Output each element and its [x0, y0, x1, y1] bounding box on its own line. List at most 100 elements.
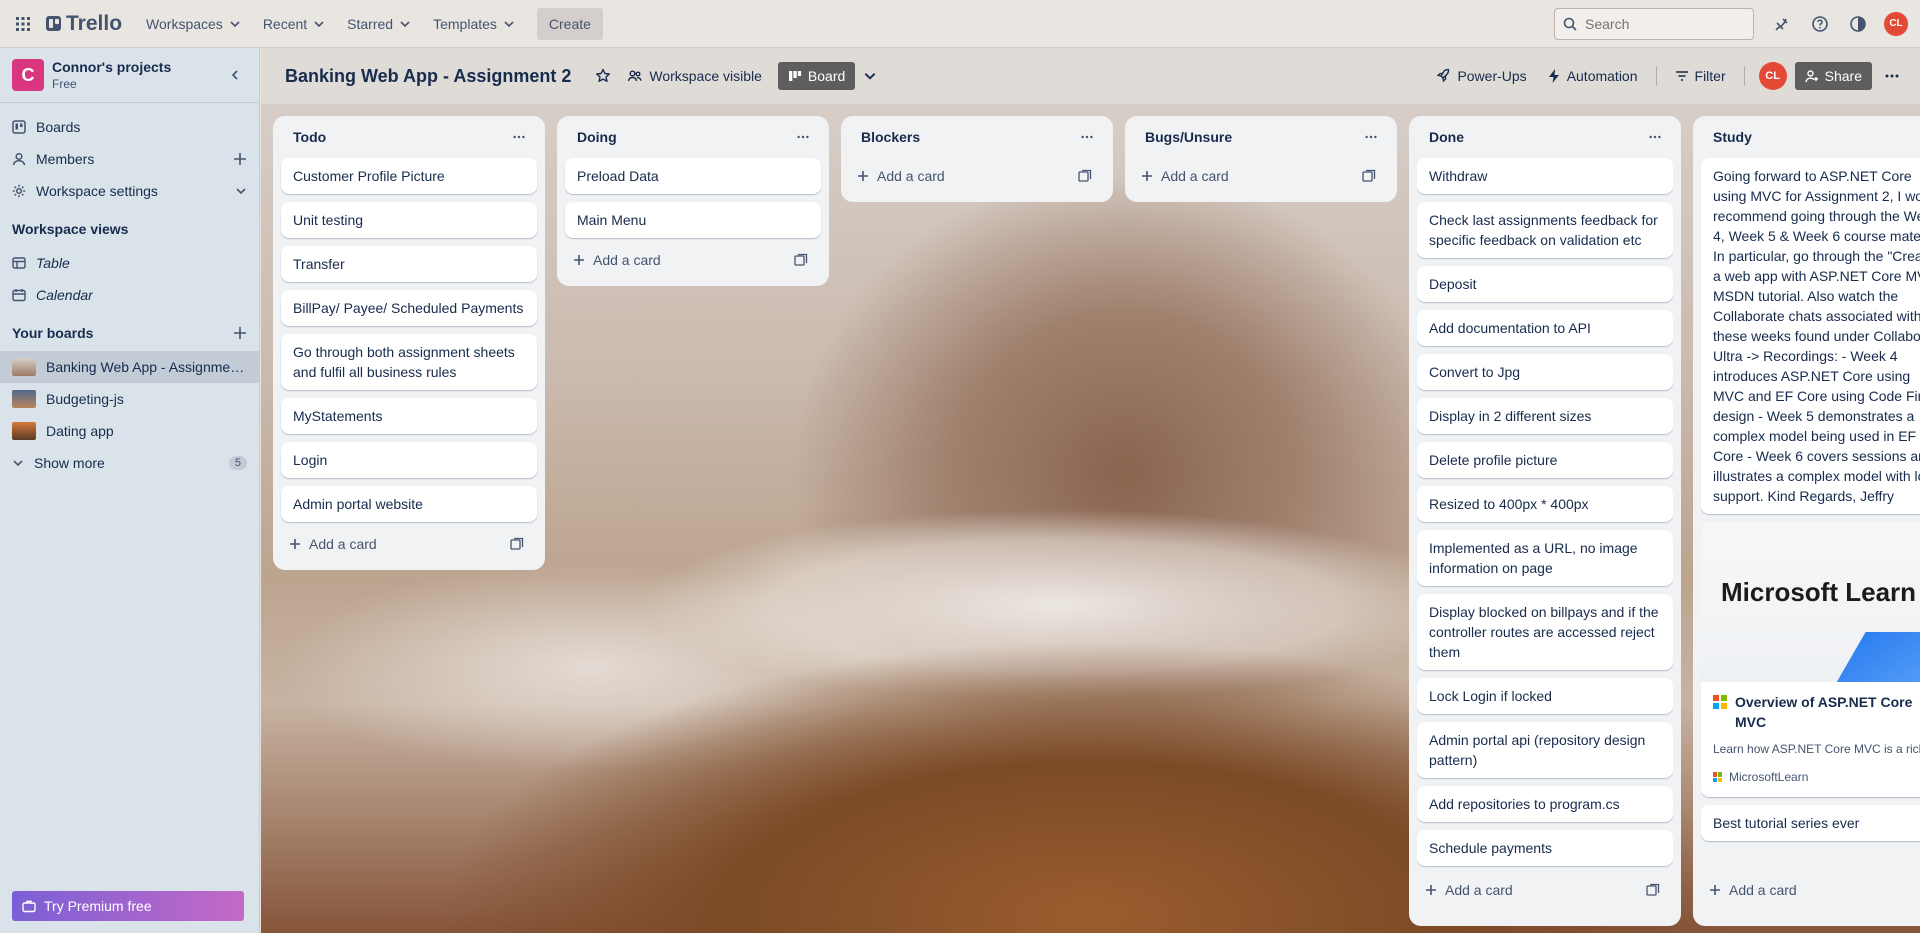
card[interactable]: BillPay/ Payee/ Scheduled Payments: [281, 290, 537, 326]
add-card-button[interactable]: Add a card: [849, 158, 1105, 194]
automation-button[interactable]: Automation: [1539, 60, 1646, 92]
list-header[interactable]: Doing: [565, 116, 821, 158]
sidebar-board-banking[interactable]: Banking Web App - Assignment 2: [0, 351, 259, 383]
app-switcher-icon[interactable]: [12, 13, 34, 35]
list-title[interactable]: Study: [1713, 129, 1752, 145]
card[interactable]: Transfer: [281, 246, 537, 282]
list-more-icon[interactable]: [505, 123, 533, 151]
card[interactable]: Convert to Jpg: [1417, 354, 1673, 390]
workspace-name[interactable]: Connor's projects: [52, 59, 171, 75]
card-template-icon[interactable]: [1073, 164, 1097, 188]
card-template-icon[interactable]: [1641, 878, 1665, 902]
list-doing[interactable]: Doing Preload Data Main Menu Add a card: [557, 116, 829, 286]
add-card-button[interactable]: Add a card: [1417, 872, 1673, 908]
search-box[interactable]: [1554, 7, 1754, 40]
sidebar-board-budgeting[interactable]: Budgeting-js: [0, 383, 259, 415]
try-premium-button[interactable]: Try Premium free: [12, 891, 244, 921]
workspaces-menu[interactable]: Workspaces: [136, 8, 251, 40]
power-ups-button[interactable]: Power-Ups: [1427, 60, 1534, 92]
card[interactable]: Delete profile picture: [1417, 442, 1673, 478]
filter-button[interactable]: Filter: [1667, 60, 1734, 92]
card-list[interactable]: Going forward to ASP.NET Core using MVC …: [1701, 158, 1920, 868]
card[interactable]: Deposit: [1417, 266, 1673, 302]
list-title[interactable]: Doing: [577, 129, 617, 145]
recent-menu[interactable]: Recent: [253, 8, 335, 40]
card-list[interactable]: Withdraw Check last assignments feedback…: [1417, 158, 1673, 868]
switch-views-button[interactable]: [855, 60, 885, 92]
list-header[interactable]: Bugs/Unsure: [1133, 116, 1389, 158]
board-view-button[interactable]: Board: [777, 62, 856, 90]
card[interactable]: Lock Login if locked: [1417, 678, 1673, 714]
card[interactable]: Login: [281, 442, 537, 478]
card[interactable]: Check last assignments feedback for spec…: [1417, 202, 1673, 258]
list-title[interactable]: Bugs/Unsure: [1145, 129, 1232, 145]
trello-logo[interactable]: Trello: [46, 12, 122, 36]
card[interactable]: Unit testing: [281, 202, 537, 238]
board-member-avatar[interactable]: CL: [1755, 60, 1791, 92]
chevron-down-icon[interactable]: [235, 185, 247, 197]
account-menu[interactable]: CL: [1880, 8, 1912, 40]
link-card[interactable]: Microsoft Learn Overview of ASP.NET Core…: [1701, 522, 1920, 797]
card[interactable]: Add repositories to program.cs: [1417, 786, 1673, 822]
show-more-boards[interactable]: Show more 5: [0, 447, 259, 479]
list-header[interactable]: Study: [1701, 116, 1920, 158]
sidebar-item-members[interactable]: Members: [0, 143, 259, 175]
add-card-button[interactable]: Add a card: [281, 526, 537, 562]
board-title[interactable]: Banking Web App - Assignment 2: [285, 66, 571, 87]
sidebar-item-calendar[interactable]: Calendar: [0, 279, 259, 311]
card[interactable]: Going forward to ASP.NET Core using MVC …: [1701, 158, 1920, 514]
card[interactable]: Admin portal website: [281, 486, 537, 522]
card[interactable]: Main Menu: [565, 202, 821, 238]
star-board-button[interactable]: [587, 60, 619, 92]
list-more-icon[interactable]: [1073, 123, 1101, 151]
templates-menu[interactable]: Templates: [423, 8, 525, 40]
card-template-icon[interactable]: [789, 248, 813, 272]
list-header[interactable]: Done: [1417, 116, 1673, 158]
card-template-icon[interactable]: [505, 532, 529, 556]
card[interactable]: Withdraw: [1417, 158, 1673, 194]
sidebar-item-workspace-settings[interactable]: Workspace settings: [0, 175, 259, 207]
card[interactable]: Go through both assignment sheets and fu…: [281, 334, 537, 390]
theme-toggle-icon[interactable]: [1842, 8, 1874, 40]
list-title[interactable]: Blockers: [861, 129, 920, 145]
create-button[interactable]: Create: [536, 7, 603, 40]
board-menu-button[interactable]: [1876, 60, 1908, 92]
starred-menu[interactable]: Starred: [337, 8, 421, 40]
card[interactable]: Resized to 400px * 400px: [1417, 486, 1673, 522]
add-member-icon[interactable]: [233, 152, 247, 166]
list-more-icon[interactable]: [1357, 123, 1385, 151]
list-done[interactable]: Done Withdraw Check last assignments fee…: [1409, 116, 1681, 926]
sidebar-item-boards[interactable]: Boards: [0, 111, 259, 143]
sidebar-item-table[interactable]: Table: [0, 247, 259, 279]
list-title[interactable]: Done: [1429, 129, 1464, 145]
add-board-icon[interactable]: [233, 326, 247, 340]
add-card-button[interactable]: Add a card: [1133, 158, 1389, 194]
list-header[interactable]: Blockers: [849, 116, 1105, 158]
list-bugs-unsure[interactable]: Bugs/Unsure Add a card: [1125, 116, 1397, 202]
search-input[interactable]: [1585, 15, 1735, 32]
list-more-icon[interactable]: [789, 123, 817, 151]
card[interactable]: Customer Profile Picture: [281, 158, 537, 194]
help-icon[interactable]: [1804, 8, 1836, 40]
card[interactable]: Admin portal api (repository design patt…: [1417, 722, 1673, 778]
list-title[interactable]: Todo: [293, 129, 326, 145]
list-more-icon[interactable]: [1641, 123, 1669, 151]
card[interactable]: Display in 2 different sizes: [1417, 398, 1673, 434]
list-header[interactable]: Todo: [281, 116, 537, 158]
card[interactable]: Implemented as a URL, no image informati…: [1417, 530, 1673, 586]
list-blockers[interactable]: Blockers Add a card: [841, 116, 1113, 202]
share-button[interactable]: Share: [1794, 62, 1872, 90]
card-template-icon[interactable]: [1357, 164, 1381, 188]
card[interactable]: Best tutorial series ever: [1701, 805, 1920, 841]
notifications-icon[interactable]: [1766, 8, 1798, 40]
collapse-sidebar-button[interactable]: [223, 63, 247, 87]
link-card-title-row[interactable]: Overview of ASP.NET Core MVC: [1713, 692, 1920, 732]
card[interactable]: Display blocked on billpays and if the c…: [1417, 594, 1673, 670]
list-study[interactable]: Study Going forward to ASP.NET Core usin…: [1693, 116, 1920, 926]
card[interactable]: Preload Data: [565, 158, 821, 194]
add-card-button[interactable]: Add a card: [1701, 872, 1920, 908]
card[interactable]: Add documentation to API: [1417, 310, 1673, 346]
sidebar-board-dating[interactable]: Dating app: [0, 415, 259, 447]
list-todo[interactable]: Todo Customer Profile Picture Unit testi…: [273, 116, 545, 570]
add-card-button[interactable]: Add a card: [565, 242, 821, 278]
